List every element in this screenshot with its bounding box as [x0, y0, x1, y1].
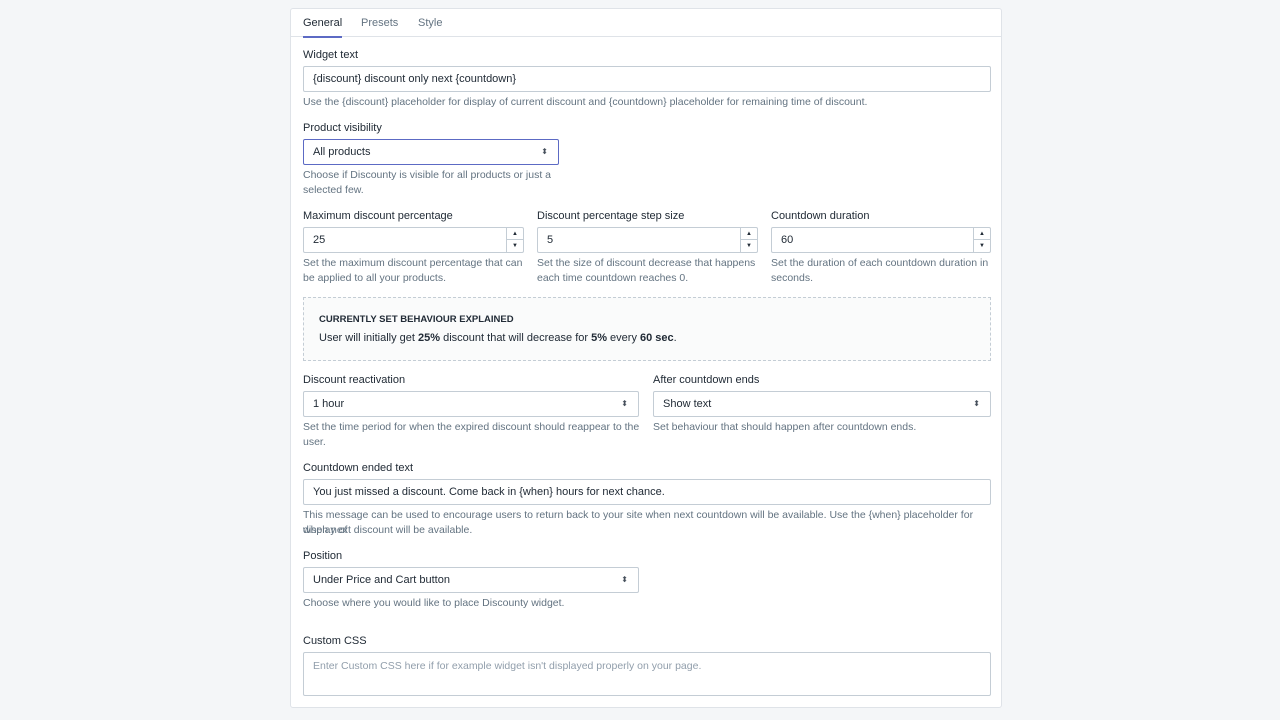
widget-text-label: Widget text	[303, 49, 359, 61]
countdown-ended-help-2: when next discount will be available.	[303, 524, 473, 536]
widget-text-help: Use the {discount} placeholder for displ…	[303, 96, 868, 108]
spin-up-icon[interactable]: ▲	[741, 228, 757, 240]
behaviour-discount-value: 25%	[418, 332, 441, 344]
select-arrows-icon: ⬍	[973, 399, 980, 408]
after-countdown-help: Set behaviour that should happen after c…	[653, 421, 917, 433]
behaviour-explained-text: User will initially get 25% discount tha…	[319, 332, 677, 344]
custom-css-label: Custom CSS	[303, 635, 367, 647]
reactivation-select[interactable]: 1 hour ⬍	[303, 391, 639, 417]
countdown-duration-value: 60	[781, 234, 794, 246]
countdown-duration-help-2: seconds.	[771, 272, 814, 284]
countdown-duration-help-1: Set the duration of each countdown durat…	[771, 257, 989, 269]
behaviour-explained-box: CURRENTLY SET BEHAVIOUR EXPLAINED User w…	[303, 297, 991, 361]
countdown-duration-input[interactable]: 60 ▲ ▼	[771, 227, 991, 253]
behaviour-text-part: every	[607, 332, 641, 344]
reactivation-value: 1 hour	[313, 398, 345, 410]
after-countdown-value: Show text	[663, 398, 712, 410]
step-size-input[interactable]: 5 ▲ ▼	[537, 227, 758, 253]
product-visibility-select[interactable]: All products ⬍	[303, 139, 559, 165]
behaviour-text-part: User will initially get	[319, 332, 419, 344]
reactivation-help-1: Set the time period for when the expired…	[303, 421, 640, 433]
select-arrows-icon: ⬍	[621, 399, 628, 408]
behaviour-explained-title: CURRENTLY SET BEHAVIOUR EXPLAINED	[319, 314, 514, 325]
reactivation-help-2: user.	[303, 436, 326, 448]
after-countdown-select[interactable]: Show text ⬍	[653, 391, 991, 417]
custom-css-textarea[interactable]: Enter Custom CSS here if for example wid…	[303, 652, 991, 696]
behaviour-text-part: .	[673, 332, 677, 344]
select-arrows-icon: ⬍	[621, 575, 628, 584]
countdown-duration-spinner[interactable]: ▲ ▼	[973, 228, 990, 252]
spin-up-icon[interactable]: ▲	[974, 228, 990, 240]
max-discount-value: 25	[313, 234, 326, 246]
tab-style[interactable]: Style	[418, 17, 442, 29]
spin-down-icon[interactable]: ▼	[741, 240, 757, 252]
tab-bar: General Presets Style	[291, 9, 1001, 38]
tab-general[interactable]: General	[303, 17, 343, 38]
step-size-label: Discount percentage step size	[537, 210, 685, 222]
settings-card: General Presets Style Widget text {disco…	[290, 8, 1002, 708]
spin-down-icon[interactable]: ▼	[507, 240, 523, 252]
widget-text-input[interactable]: {discount} discount only next {countdown…	[303, 66, 991, 92]
countdown-ended-label: Countdown ended text	[303, 462, 414, 474]
step-size-value: 5	[547, 234, 554, 246]
position-value: Under Price and Cart button	[313, 574, 450, 586]
product-visibility-help-1: Choose if Discounty is visible for all p…	[303, 169, 552, 181]
step-size-spinner[interactable]: ▲ ▼	[740, 228, 757, 252]
position-select[interactable]: Under Price and Cart button ⬍	[303, 567, 639, 593]
max-discount-label: Maximum discount percentage	[303, 210, 453, 222]
step-size-help-2: each time countdown reaches 0.	[537, 272, 689, 284]
spin-up-icon[interactable]: ▲	[507, 228, 523, 240]
behaviour-text-part: discount that will decrease for	[440, 332, 592, 344]
countdown-duration-label: Countdown duration	[771, 210, 870, 222]
max-discount-help-2: be applied to all your products.	[303, 272, 447, 284]
max-discount-help-1: Set the maximum discount percentage that…	[303, 257, 523, 269]
behaviour-step-value: 5%	[591, 332, 607, 344]
behaviour-duration-value: 60 sec	[640, 332, 674, 344]
max-discount-spinner[interactable]: ▲ ▼	[506, 228, 523, 252]
after-countdown-label: After countdown ends	[653, 374, 760, 386]
product-visibility-label: Product visibility	[303, 122, 382, 134]
position-label: Position	[303, 550, 343, 562]
position-help: Choose where you would like to place Dis…	[303, 597, 565, 609]
reactivation-label: Discount reactivation	[303, 374, 406, 386]
tab-presets[interactable]: Presets	[361, 17, 398, 29]
max-discount-input[interactable]: 25 ▲ ▼	[303, 227, 524, 253]
step-size-help-1: Set the size of discount decrease that h…	[537, 257, 756, 269]
product-visibility-value: All products	[313, 146, 371, 158]
product-visibility-help-2: selected few.	[303, 184, 364, 196]
select-arrows-icon: ⬍	[541, 147, 548, 156]
countdown-ended-input[interactable]: You just missed a discount. Come back in…	[303, 479, 991, 505]
spin-down-icon[interactable]: ▼	[974, 240, 990, 252]
